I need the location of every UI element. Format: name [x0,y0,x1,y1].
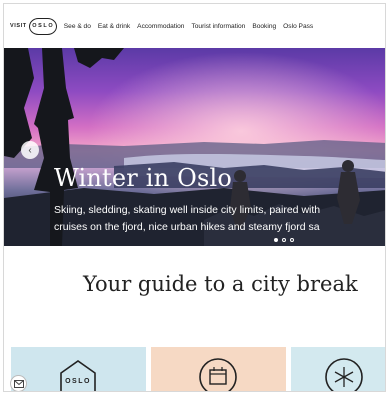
card-winter-activities[interactable] [291,347,385,391]
logo-oslo-text: OSLO [28,17,57,35]
carousel-dots [274,238,298,242]
chevron-left-icon: ‹ [28,144,32,156]
visit-oslo-logo[interactable]: VISIT OSLO [10,17,57,35]
nav-tourist-information[interactable]: Tourist information [191,23,245,30]
newsletter-button[interactable] [10,375,27,391]
nav-see-and-do[interactable]: See & do [64,23,91,30]
oslo-pass-icon-text: OSLO [65,378,91,385]
carousel-dot-3[interactable] [290,238,294,242]
section-heading: Your guide to a city break [83,272,358,296]
carousel-dot-1[interactable] [274,238,278,242]
calendar-icon [199,358,237,391]
hero-description-line-1: Skiing, sledding, skating well inside ci… [54,204,321,216]
nav-oslo-pass[interactable]: Oslo Pass [283,23,313,30]
feature-cards: OSLO [11,347,385,391]
mail-icon [13,379,24,388]
card-events[interactable] [151,347,286,391]
hero-description-line-2: cruises on the fjord, nice urban hikes a… [54,221,320,233]
nav-accommodation[interactable]: Accommodation [137,23,184,30]
hero-carousel[interactable]: ‹ Winter in Oslo Skiing, sledding, skati… [4,48,385,246]
nav-eat-and-drink[interactable]: Eat & drink [98,23,130,30]
hero-title: Winter in Oslo [54,164,233,192]
hero-description: Skiing, sledding, skating well inside ci… [54,202,385,236]
browser-viewport: VISIT OSLO See & do Eat & drink Accommod… [3,3,386,392]
oslo-pass-icon: OSLO [60,360,96,391]
carousel-prev-button[interactable]: ‹ [21,141,39,159]
snowflake-icon [325,358,363,391]
logo-visit-text: VISIT [10,23,27,29]
main-menu: See & do Eat & drink Accommodation Touri… [64,23,320,30]
nav-booking[interactable]: Booking [252,23,276,30]
top-navigation: VISIT OSLO See & do Eat & drink Accommod… [4,4,385,48]
carousel-dot-2[interactable] [282,238,286,242]
card-oslo-pass[interactable]: OSLO [11,347,146,391]
